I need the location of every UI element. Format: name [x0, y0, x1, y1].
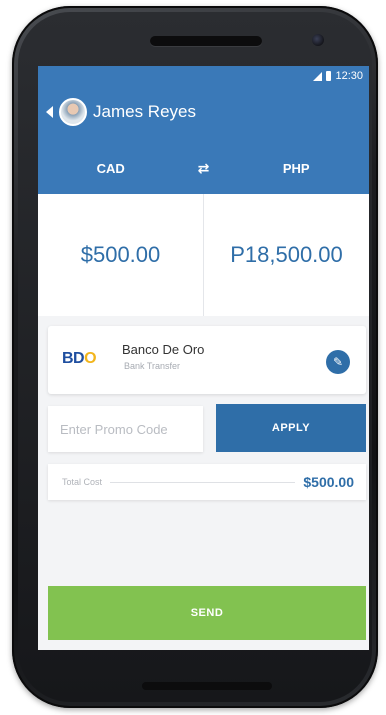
swap-arrows-icon[interactable]: ⇄	[184, 160, 224, 177]
status-bar: 12:30	[313, 68, 363, 84]
bank-logo-o: O	[84, 350, 97, 367]
total-cost-label: Total Cost	[62, 477, 103, 487]
apply-button[interactable]: APPLY	[216, 404, 366, 452]
speaker-grille	[150, 36, 262, 46]
to-currency[interactable]: PHP	[224, 161, 370, 176]
app-screen: 12:30 James Reyes CAD ⇄ PHP $500.00 P18,…	[38, 66, 369, 650]
bank-logo: BDO	[62, 350, 97, 368]
back-arrow-icon[interactable]	[46, 106, 53, 118]
battery-icon	[326, 71, 332, 81]
promo-code-input[interactable]	[48, 406, 203, 452]
from-currency[interactable]: CAD	[38, 161, 184, 176]
back-navigation[interactable]: James Reyes	[46, 94, 196, 130]
total-divider	[110, 481, 296, 483]
bottom-speaker	[142, 682, 272, 690]
front-camera	[312, 34, 324, 46]
avatar	[59, 98, 87, 126]
receive-amount[interactable]: P18,500.00	[203, 194, 369, 316]
recipient-name: James Reyes	[93, 102, 196, 121]
send-amount[interactable]: $500.00	[38, 194, 203, 316]
send-button[interactable]: SEND	[48, 586, 366, 640]
bank-selection-card[interactable]: BDO Banco De Oro Bank Transfer ✎	[48, 326, 366, 394]
amount-panel: $500.00 P18,500.00	[38, 194, 369, 316]
total-cost-row: Total Cost $500.00	[48, 464, 366, 500]
app-header: 12:30 James Reyes CAD ⇄ PHP	[38, 66, 369, 194]
total-cost-value: $500.00	[303, 474, 354, 490]
bank-name: Banco De Oro	[122, 342, 205, 357]
bank-logo-bd: BD	[62, 350, 85, 367]
bank-transfer-type: Bank Transfer	[124, 361, 181, 371]
signal-icon	[313, 71, 323, 81]
status-time: 12:30	[335, 70, 363, 82]
pencil-icon[interactable]: ✎	[326, 350, 350, 374]
currency-selector: CAD ⇄ PHP	[38, 148, 369, 188]
